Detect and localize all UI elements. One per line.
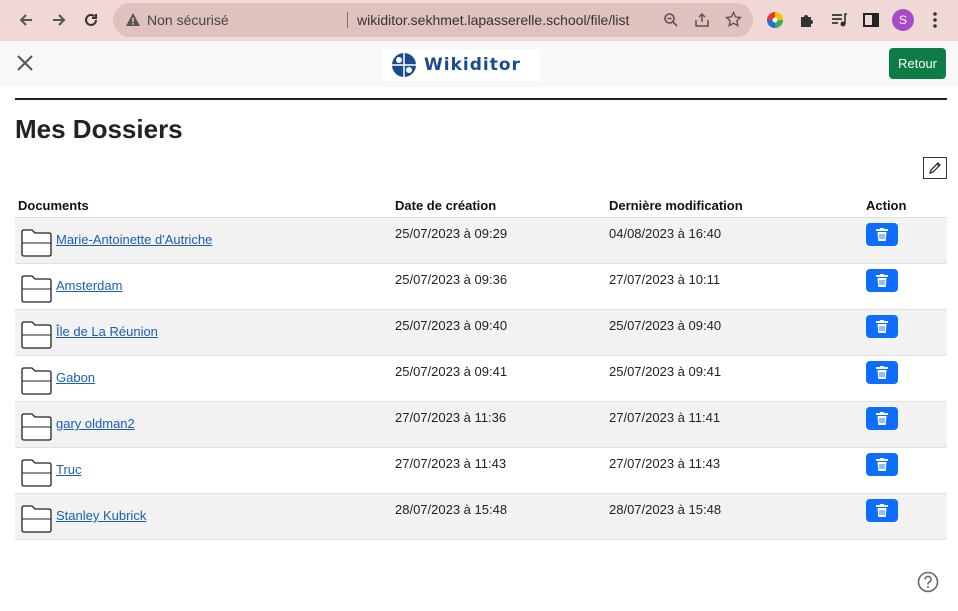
folder-link[interactable]: Truc (56, 462, 82, 477)
delete-button[interactable] (866, 499, 898, 522)
folder-icon (21, 505, 52, 533)
modified-date: 27/07/2023 à 11:41 (609, 410, 721, 425)
header-divider (15, 98, 947, 100)
table-row: Stanley Kubrick 28/07/2023 à 15:48 28/07… (15, 494, 947, 540)
folder-link[interactable]: Marie-Antoinette d'Autriche (56, 232, 212, 247)
modified-date: 27/07/2023 à 11:43 (609, 456, 721, 471)
bookmark-star-icon[interactable] (725, 10, 742, 32)
folder-link[interactable]: gary oldman2 (56, 416, 135, 431)
modified-date: 28/07/2023 à 15:48 (609, 502, 722, 517)
created-date: 25/07/2023 à 09:36 (395, 272, 508, 287)
created-date: 25/07/2023 à 09:40 (395, 318, 508, 333)
table-row: Amsterdam 25/07/2023 à 09:36 27/07/2023 … (15, 264, 947, 310)
pencil-icon (929, 162, 941, 174)
help-icon[interactable] (917, 571, 939, 593)
folder-icon (21, 275, 52, 303)
reload-icon[interactable] (80, 9, 102, 31)
table-row: Truc 27/07/2023 à 11:43 27/07/2023 à 11:… (15, 448, 947, 494)
modified-date: 25/07/2023 à 09:40 (609, 318, 722, 333)
delete-button[interactable] (866, 223, 898, 246)
extensions-puzzle-icon[interactable] (797, 10, 817, 30)
delete-button[interactable] (866, 453, 898, 476)
delete-button[interactable] (866, 407, 898, 430)
trash-icon (876, 412, 888, 425)
table-row: Marie-Antoinette d'Autriche 25/07/2023 à… (15, 218, 947, 264)
documents-table: Documents Date de création Dernière modi… (15, 192, 947, 540)
trash-icon (876, 458, 888, 471)
share-icon[interactable] (694, 12, 710, 32)
table-row: gary oldman2 27/07/2023 à 11:36 27/07/20… (15, 402, 947, 448)
created-date: 27/07/2023 à 11:36 (395, 410, 507, 425)
created-date: 25/07/2023 à 09:41 (395, 364, 508, 379)
side-panel-icon[interactable] (861, 10, 881, 30)
modified-date: 04/08/2023 à 16:40 (609, 226, 722, 241)
folder-icon (21, 367, 52, 395)
logo-globe-icon (392, 53, 416, 77)
delete-button[interactable] (866, 361, 898, 384)
color-wheel-extension-icon[interactable] (765, 10, 785, 30)
media-control-icon[interactable] (829, 10, 849, 30)
trash-icon (876, 320, 888, 333)
folder-icon (21, 229, 52, 257)
trash-icon (876, 366, 888, 379)
warning-icon[interactable] (125, 12, 141, 32)
zoom-icon[interactable] (663, 12, 679, 32)
back-arrow-icon[interactable] (15, 9, 37, 31)
address-bar[interactable]: Non sécurisé wikiditor.sekhmet.lapassere… (113, 3, 753, 37)
created-date: 27/07/2023 à 11:43 (395, 456, 507, 471)
table-header: Documents Date de création Dernière modi… (15, 192, 947, 218)
column-header-created: Date de création (395, 198, 497, 213)
column-header-documents: Documents (18, 198, 89, 213)
app-header: Wikiditor Retour (0, 41, 958, 87)
delete-button[interactable] (866, 315, 898, 338)
folder-icon (21, 413, 52, 441)
more-menu-icon[interactable] (925, 10, 945, 30)
folder-icon (21, 459, 52, 487)
security-label[interactable]: Non sécurisé (147, 12, 229, 28)
table-row: Île de La Réunion 25/07/2023 à 09:40 25/… (15, 310, 947, 356)
modified-date: 27/07/2023 à 10:11 (609, 272, 721, 287)
column-header-action: Action (866, 198, 907, 213)
trash-icon (876, 504, 888, 517)
folder-link[interactable]: Gabon (56, 370, 95, 385)
browser-toolbar: Non sécurisé wikiditor.sekhmet.lapassere… (0, 0, 958, 41)
trash-icon (876, 228, 888, 241)
column-header-modified: Dernière modification (609, 198, 743, 213)
edit-button[interactable] (923, 157, 947, 179)
table-row: Gabon 25/07/2023 à 09:41 25/07/2023 à 09… (15, 356, 947, 402)
modified-date: 25/07/2023 à 09:41 (609, 364, 722, 379)
trash-icon (876, 274, 888, 287)
folder-link[interactable]: Stanley Kubrick (56, 508, 146, 523)
close-icon[interactable] (13, 51, 37, 75)
profile-avatar[interactable]: S (892, 9, 914, 31)
created-date: 25/07/2023 à 09:29 (395, 226, 508, 241)
folder-link[interactable]: Amsterdam (56, 278, 122, 293)
wikiditor-logo: Wikiditor (382, 49, 540, 81)
created-date: 28/07/2023 à 15:48 (395, 502, 508, 517)
folder-link[interactable]: Île de La Réunion (56, 324, 158, 339)
logo-text: Wikiditor (424, 55, 521, 75)
url-text[interactable]: wikiditor.sekhmet.lapasserelle.school/fi… (357, 12, 629, 28)
page-title: Mes Dossiers (15, 114, 183, 144)
back-button[interactable]: Retour (889, 48, 946, 79)
folder-icon (21, 321, 52, 349)
omnibox-separator (347, 12, 348, 28)
forward-arrow-icon[interactable] (48, 9, 70, 31)
delete-button[interactable] (866, 269, 898, 292)
